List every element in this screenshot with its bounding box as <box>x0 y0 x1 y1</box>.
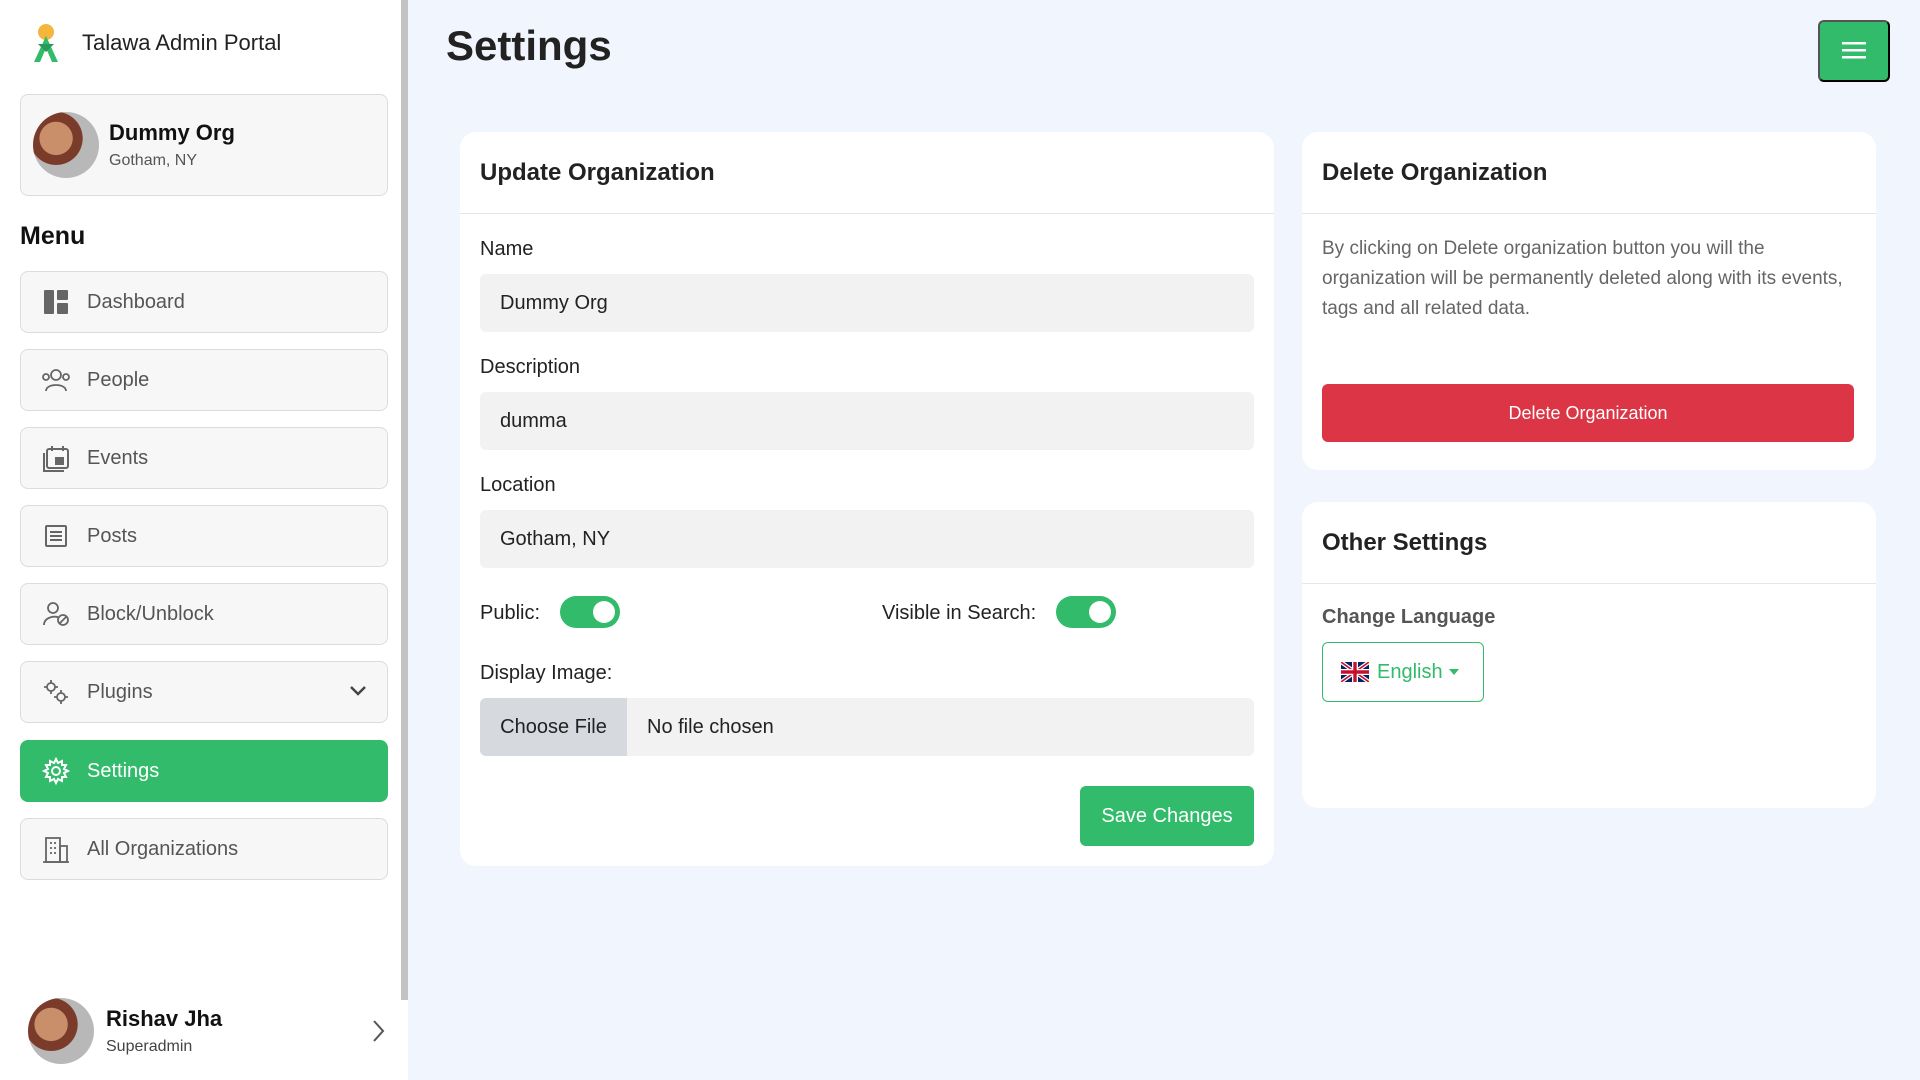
sidebar-item-label: Block/Unblock <box>87 602 214 625</box>
choose-file-button[interactable]: Choose File <box>480 698 627 756</box>
menu-heading: Menu <box>20 222 86 250</box>
description-label: Description <box>480 356 581 378</box>
block-user-icon <box>41 599 71 629</box>
update-organization-card: Update Organization Name Description Loc… <box>460 132 1274 866</box>
sidebar-item-settings[interactable]: Settings <box>20 740 388 802</box>
file-status: No file chosen <box>647 715 774 738</box>
sidebar-item-block-unblock[interactable]: Block/Unblock <box>20 583 388 645</box>
visible-in-search-toggle[interactable] <box>1056 596 1116 628</box>
language-value: English <box>1377 660 1443 683</box>
user-profile-card[interactable]: Rishav Jha Superadmin <box>28 996 388 1066</box>
org-avatar <box>33 112 99 178</box>
sidebar-item-people[interactable]: People <box>20 349 388 411</box>
display-image-file-input[interactable]: Choose File No file chosen <box>480 698 1254 756</box>
sidebar-item-dashboard[interactable]: Dashboard <box>20 271 388 333</box>
name-field[interactable] <box>480 274 1254 332</box>
events-icon <box>41 443 71 473</box>
visibility-switches: Public: Visible in Search: <box>480 596 1254 630</box>
save-changes-button[interactable]: Save Changes <box>1080 786 1254 846</box>
location-field[interactable] <box>480 510 1254 568</box>
building-icon <box>41 834 71 864</box>
caret-down-icon <box>1448 669 1459 675</box>
page-title: Settings <box>446 22 612 69</box>
card-title: Delete Organization <box>1302 132 1876 214</box>
sidebar-item-events[interactable]: Events <box>20 427 388 489</box>
sidebar: Talawa Admin Portal Dummy Org Gotham, NY… <box>0 0 408 1080</box>
visible-in-search-label: Visible in Search: <box>882 602 1037 624</box>
user-avatar <box>28 998 94 1064</box>
card-title: Update Organization <box>460 132 1274 214</box>
user-role: Superadmin <box>106 1038 193 1055</box>
description-field[interactable] <box>480 392 1254 450</box>
delete-organization-card: Delete Organization By clicking on Delet… <box>1302 132 1876 470</box>
delete-description: By clicking on Delete organization butto… <box>1322 238 1843 319</box>
public-toggle[interactable] <box>560 596 620 628</box>
location-label: Location <box>480 474 556 496</box>
sidebar-item-label: Plugins <box>87 680 153 703</box>
sidebar-item-label: Events <box>87 446 149 469</box>
hamburger-icon <box>1842 41 1866 62</box>
brand-title: Talawa Admin Portal <box>82 30 282 55</box>
talawa-logo-icon <box>34 24 58 62</box>
other-settings-card: Other Settings Change Language English <box>1302 502 1876 808</box>
name-label: Name <box>480 238 534 260</box>
org-name: Dummy Org <box>109 120 235 145</box>
dashboard-icon <box>41 287 71 317</box>
people-icon <box>41 365 71 395</box>
plugins-icon <box>41 677 71 707</box>
chevron-right-icon[interactable] <box>368 1018 388 1049</box>
chevron-down-icon[interactable] <box>347 680 369 708</box>
settings-icon <box>41 756 71 786</box>
delete-organization-button[interactable]: Delete Organization <box>1322 384 1854 442</box>
sidebar-scrollbar[interactable] <box>401 0 408 1000</box>
change-language-label: Change Language <box>1322 606 1496 628</box>
org-location: Gotham, NY <box>109 152 198 169</box>
language-dropdown[interactable]: English <box>1322 642 1484 702</box>
sidebar-item-label: Settings <box>87 759 160 782</box>
sidebar-item-plugins[interactable]: Plugins <box>20 661 388 723</box>
sidebar-item-label: People <box>87 368 150 391</box>
sidebar-item-posts[interactable]: Posts <box>20 505 388 567</box>
brand: Talawa Admin Portal <box>28 22 281 64</box>
org-card[interactable]: Dummy Org Gotham, NY <box>20 94 388 196</box>
menu-toggle-button[interactable] <box>1818 20 1890 82</box>
user-name: Rishav Jha <box>106 1006 223 1031</box>
display-image-label: Display Image: <box>480 662 613 684</box>
uk-flag-icon <box>1341 662 1369 682</box>
sidebar-item-label: Dashboard <box>87 290 185 313</box>
card-title: Other Settings <box>1302 502 1876 584</box>
posts-icon <box>41 521 71 551</box>
sidebar-item-label: All Organizations <box>87 837 239 860</box>
public-label: Public: <box>480 602 541 624</box>
sidebar-item-label: Posts <box>87 524 138 547</box>
sidebar-item-all-organizations[interactable]: All Organizations <box>20 818 388 880</box>
